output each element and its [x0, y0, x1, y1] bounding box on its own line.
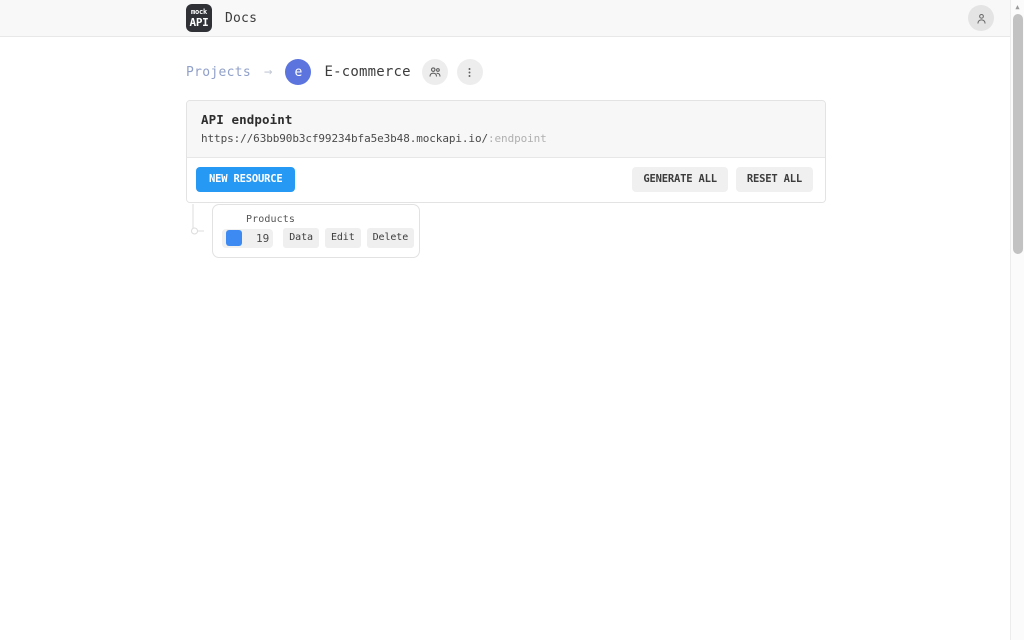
resource-tree: Products 19 Data Edit Delete [186, 204, 1010, 258]
scrollbar-thumb[interactable] [1013, 14, 1023, 254]
main-content: Projects → e E-commerce API endpoint htt… [0, 47, 1010, 258]
endpoint-url-param: :endpoint [488, 132, 547, 145]
logo-text-mock: mock [190, 7, 208, 16]
account-avatar-button[interactable] [968, 5, 994, 31]
page-title: E-commerce [324, 64, 411, 80]
resource-name-label: Products [246, 214, 295, 225]
person-icon [976, 13, 986, 24]
endpoint-title: API endpoint [201, 112, 293, 127]
resource-delete-button[interactable]: Delete [366, 228, 415, 248]
endpoint-header: API endpoint https://63bb90b3cf99234bfa5… [187, 101, 825, 158]
breadcrumb-arrow-icon: → [264, 64, 273, 80]
reset-all-button[interactable]: RESET ALL [735, 167, 813, 192]
resource-edit-button[interactable]: Edit [324, 228, 361, 248]
people-icon [429, 67, 441, 77]
resource-count-value: 19 [256, 231, 270, 245]
generate-all-button[interactable]: GENERATE ALL [632, 167, 728, 192]
color-swatch-icon[interactable] [226, 230, 242, 246]
scrollbar-up-arrow-icon[interactable]: ▲ [1011, 0, 1024, 13]
endpoint-toolbar-right: GENERATE ALL RESET ALL [624, 167, 813, 192]
resource-action-buttons: Data Edit Delete [283, 228, 415, 248]
top-header-bar: mock API Docs [0, 0, 1010, 37]
endpoint-toolbar: NEW RESOURCE GENERATE ALL RESET ALL [187, 158, 825, 202]
docs-link[interactable]: Docs [225, 11, 257, 26]
share-team-button[interactable] [421, 59, 448, 85]
api-endpoint-card: API endpoint https://63bb90b3cf99234bfa5… [186, 100, 826, 203]
endpoint-url-base: https://63bb90b3cf99234bfa5e3b48.mockapi… [201, 132, 488, 145]
mockapi-logo[interactable]: mock API [186, 4, 212, 32]
project-menu-button[interactable] [456, 59, 483, 85]
resource-count-field[interactable]: 19 [222, 228, 274, 248]
brand-group: mock API Docs [186, 4, 257, 32]
vertical-dots-icon [468, 67, 471, 77]
new-resource-button[interactable]: NEW RESOURCE [196, 167, 296, 192]
project-avatar[interactable]: e [285, 59, 312, 85]
resource-row: 19 Data Edit Delete [222, 228, 415, 248]
resource-data-button[interactable]: Data [283, 228, 319, 248]
breadcrumb-projects-link[interactable]: Projects [186, 65, 251, 80]
page-scrollbar[interactable]: ▲ [1010, 0, 1024, 640]
resource-card-products[interactable]: Products 19 Data Edit Delete [212, 204, 420, 258]
breadcrumb: Projects → e E-commerce [186, 47, 1010, 97]
logo-text-api: API [189, 15, 209, 29]
endpoint-url[interactable]: https://63bb90b3cf99234bfa5e3b48.mockapi… [201, 132, 811, 145]
